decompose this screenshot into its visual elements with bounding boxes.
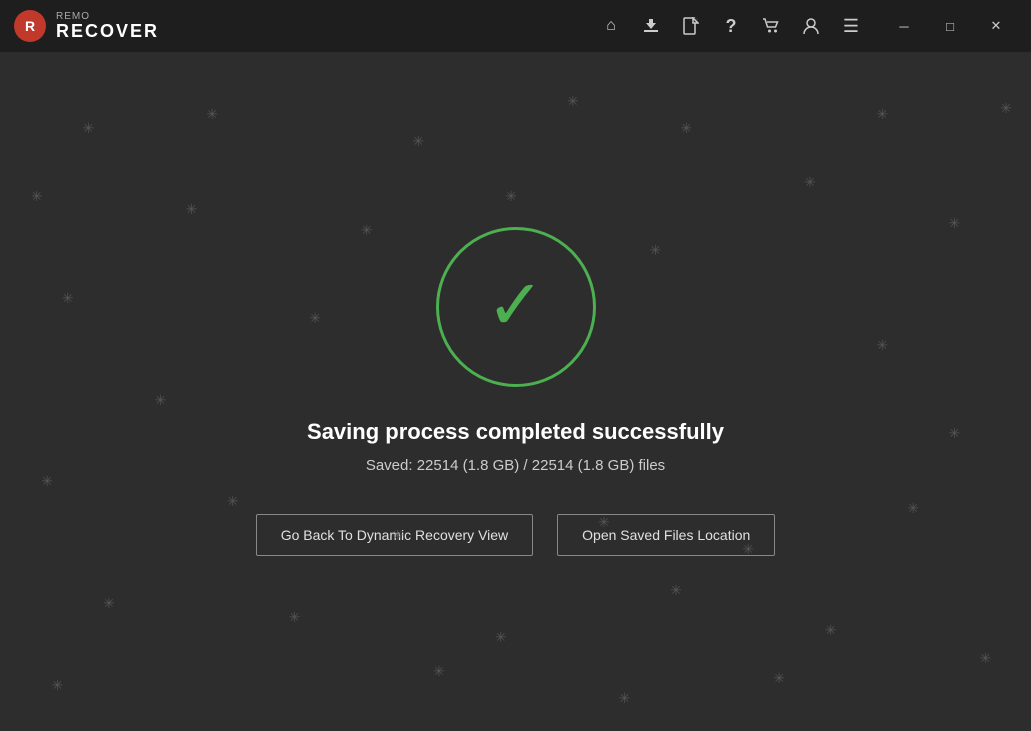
title-bar-icons: ⌂ ? [593,8,1019,44]
success-subtitle: Saved: 22514 (1.8 GB) / 22514 (1.8 GB) f… [366,457,665,474]
help-icon[interactable]: ? [713,8,749,44]
snowflake: ✳ [103,595,115,612]
checkmark-icon: ✓ [486,270,545,340]
menu-icon[interactable]: ☰ [833,8,869,44]
main-content: ✳✳✳✳✳✳✳✳✳✳✳✳✳✳✳✳✳✳✳✳✳✳✳✳✳✳✳✳✳✳✳✳✳✳✳ ✓ Sa… [0,52,1031,731]
action-buttons: Go Back To Dynamic Recovery View Open Sa… [256,514,776,556]
snowflake: ✳ [206,106,218,123]
success-circle: ✓ [436,227,596,387]
snowflake: ✳ [619,690,631,707]
home-icon[interactable]: ⌂ [593,8,629,44]
snowflake: ✳ [670,582,682,599]
snowflake: ✳ [567,93,579,110]
logo-text: remo RECOVER [56,12,159,40]
minimize-button[interactable]: ─ [881,8,927,44]
snowflake: ✳ [804,174,816,191]
snowflake: ✳ [495,629,507,646]
snowflake: ✳ [825,622,837,639]
title-bar: R remo RECOVER ⌂ ? [0,0,1031,52]
snowflake: ✳ [949,215,961,232]
logo-recover-label: RECOVER [56,22,159,40]
snowflake: ✳ [82,120,94,137]
success-title: Saving process completed successfully [307,419,724,445]
window-controls: ─ □ ✕ [881,8,1019,44]
snowflake: ✳ [907,500,919,517]
snowflake: ✳ [227,493,239,510]
logo-icon: R [12,8,48,44]
snowflake: ✳ [361,222,373,239]
snowflake: ✳ [52,677,64,694]
snowflake: ✳ [433,663,445,680]
cart-icon[interactable] [753,8,789,44]
snowflake: ✳ [412,133,424,150]
snowflake: ✳ [309,310,321,327]
file-icon[interactable] [673,8,709,44]
snowflake: ✳ [155,392,167,409]
snowflake: ✳ [186,201,198,218]
snowflake: ✳ [505,188,517,205]
snowflake: ✳ [876,337,888,354]
snowflake: ✳ [773,670,785,687]
snowflake: ✳ [41,473,53,490]
snowflake: ✳ [680,120,692,137]
snowflake: ✳ [1000,100,1012,117]
go-back-button[interactable]: Go Back To Dynamic Recovery View [256,514,533,556]
download-icon[interactable] [633,8,669,44]
snowflake: ✳ [876,106,888,123]
snowflake: ✳ [31,188,43,205]
snowflake: ✳ [650,242,662,259]
snowflake: ✳ [949,425,961,442]
open-saved-files-button[interactable]: Open Saved Files Location [557,514,775,556]
maximize-button[interactable]: □ [927,8,973,44]
logo: R remo RECOVER [12,8,159,44]
snowflake: ✳ [289,609,301,626]
user-icon[interactable] [793,8,829,44]
snowflake: ✳ [979,650,991,667]
close-button[interactable]: ✕ [973,8,1019,44]
snowflake: ✳ [62,290,74,307]
svg-text:R: R [25,18,35,34]
